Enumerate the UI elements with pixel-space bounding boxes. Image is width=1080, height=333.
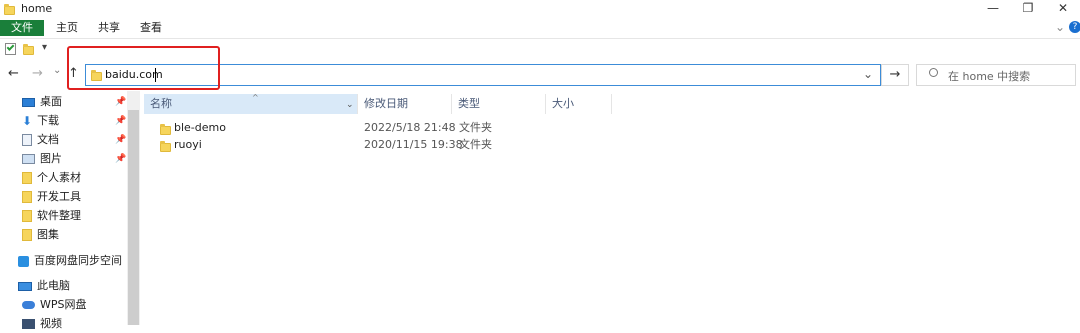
column-header-type[interactable]: 类型	[452, 94, 546, 114]
sidebar-item-dev-tools[interactable]: 开发工具	[22, 188, 81, 206]
column-header-modified[interactable]: 修改日期	[358, 94, 452, 114]
download-icon: ⬇	[22, 114, 33, 128]
forward-button[interactable]: →	[32, 66, 43, 81]
go-button[interactable]: →	[881, 64, 909, 86]
ribbon-expand-icon[interactable]: ⌄	[1055, 20, 1065, 34]
column-header-name[interactable]: 名称 ^ ⌄	[144, 93, 358, 115]
folder-icon	[22, 229, 32, 241]
sidebar-item-label: 软件整理	[37, 209, 81, 222]
folder-icon	[22, 172, 32, 184]
sidebar-item-label: 文档	[37, 133, 59, 146]
sidebar-item-label: 开发工具	[37, 190, 81, 203]
file-type: 文件夹	[459, 121, 492, 134]
sidebar-item-gallery[interactable]: 图集	[22, 226, 59, 244]
sidebar-item-software[interactable]: 软件整理	[22, 207, 81, 225]
navigation-pane: ^ 桌面 📌 ⬇下载 📌 文档 📌 图片 📌 个人素材 开发工具 软件整理 图集…	[0, 91, 140, 330]
search-input[interactable]: 在 home 中搜索	[948, 68, 1030, 84]
maximize-button[interactable]: ❐	[1011, 0, 1045, 18]
sidebar-item-label: 此电脑	[37, 279, 70, 292]
minimize-button[interactable]: —	[976, 0, 1010, 18]
sort-ascending-icon: ^	[252, 93, 259, 102]
tab-file[interactable]: 文件	[0, 20, 44, 36]
close-button[interactable]: ✕	[1046, 0, 1080, 18]
properties-icon[interactable]	[5, 43, 16, 55]
search-box[interactable]: 在 home 中搜索	[916, 64, 1076, 86]
pin-icon: 📌	[115, 116, 127, 126]
help-icon[interactable]: ?	[1069, 21, 1080, 33]
back-button[interactable]: ←	[8, 66, 19, 81]
tab-share[interactable]: 共享	[88, 20, 130, 36]
file-name: ble-demo	[174, 121, 226, 134]
sidebar-item-label: 百度网盘同步空间	[34, 254, 122, 267]
cloud-icon	[22, 301, 35, 309]
chevron-down-icon[interactable]: ⌄	[346, 95, 354, 115]
highlight-annotation	[67, 46, 220, 90]
picture-icon	[22, 154, 35, 164]
sidebar-scrollbar-thumb[interactable]	[128, 110, 139, 325]
folder-icon	[22, 191, 32, 203]
customize-qat-icon[interactable]: ▾	[42, 42, 47, 53]
sidebar-item-label: 图集	[37, 228, 59, 241]
title-bar: home — ❐ ✕	[0, 0, 1080, 18]
sidebar-item-label: 下载	[37, 114, 60, 127]
sidebar-item-this-pc[interactable]: 此电脑	[18, 277, 70, 295]
desktop-icon	[22, 97, 35, 107]
sidebar-item-label: 桌面	[40, 95, 62, 108]
sidebar-item-label: 图片	[40, 152, 62, 165]
sidebar-item-wps-cloud[interactable]: WPS网盘	[22, 296, 87, 314]
address-dropdown-icon[interactable]: ⌄	[863, 67, 873, 81]
pin-icon: 📌	[115, 135, 127, 145]
folder-icon	[4, 4, 15, 15]
sidebar-item-desktop[interactable]: 桌面	[22, 93, 62, 111]
sidebar-item-download[interactable]: ⬇ 下载	[22, 112, 59, 130]
new-folder-icon[interactable]	[23, 44, 34, 55]
file-row[interactable]: ruoyi 2020/11/15 19:38 文件夹	[142, 136, 1080, 153]
window-title: home	[21, 2, 53, 15]
sidebar-item-video[interactable]: 视频	[22, 315, 62, 333]
pin-icon: 📌	[115, 97, 127, 107]
sidebar-item-personal-materials[interactable]: 个人素材	[22, 169, 81, 187]
search-icon	[929, 68, 938, 77]
file-modified: 2020/11/15 19:38	[364, 138, 463, 151]
tab-view[interactable]: 查看	[130, 20, 172, 36]
sidebar-item-label: 视频	[40, 317, 62, 330]
file-name: ruoyi	[174, 138, 202, 151]
file-type: 文件夹	[459, 138, 492, 151]
sidebar-item-label: 个人素材	[37, 171, 81, 184]
column-header-label: 名称	[150, 97, 172, 110]
tab-home[interactable]: 主页	[46, 20, 88, 36]
document-icon	[22, 134, 32, 146]
file-modified: 2022/5/18 21:48	[364, 121, 456, 134]
column-headers: 名称 ^ ⌄ 修改日期 类型 大小	[142, 93, 1080, 115]
sidebar-item-pictures[interactable]: 图片	[22, 150, 62, 168]
recent-locations-button[interactable]: ⌄	[53, 65, 61, 76]
pc-icon	[18, 281, 32, 291]
file-row[interactable]: ble-demo 2022/5/18 21:48 文件夹	[142, 119, 1080, 136]
video-icon	[22, 319, 35, 329]
folder-icon	[160, 141, 171, 152]
folder-icon	[22, 210, 32, 222]
sidebar-item-baidu-sync[interactable]: 百度网盘同步空间	[18, 252, 122, 270]
ribbon-tabs: 文件 主页 共享 查看 ⌄ ?	[0, 18, 1080, 38]
check-icon	[6, 43, 15, 51]
column-header-size[interactable]: 大小	[546, 94, 612, 114]
sidebar-item-documents[interactable]: 文档	[22, 131, 59, 149]
pin-icon: 📌	[115, 154, 127, 164]
sidebar-item-label: WPS网盘	[40, 298, 87, 311]
folder-icon	[160, 124, 171, 135]
baidu-netdisk-icon	[18, 255, 29, 267]
